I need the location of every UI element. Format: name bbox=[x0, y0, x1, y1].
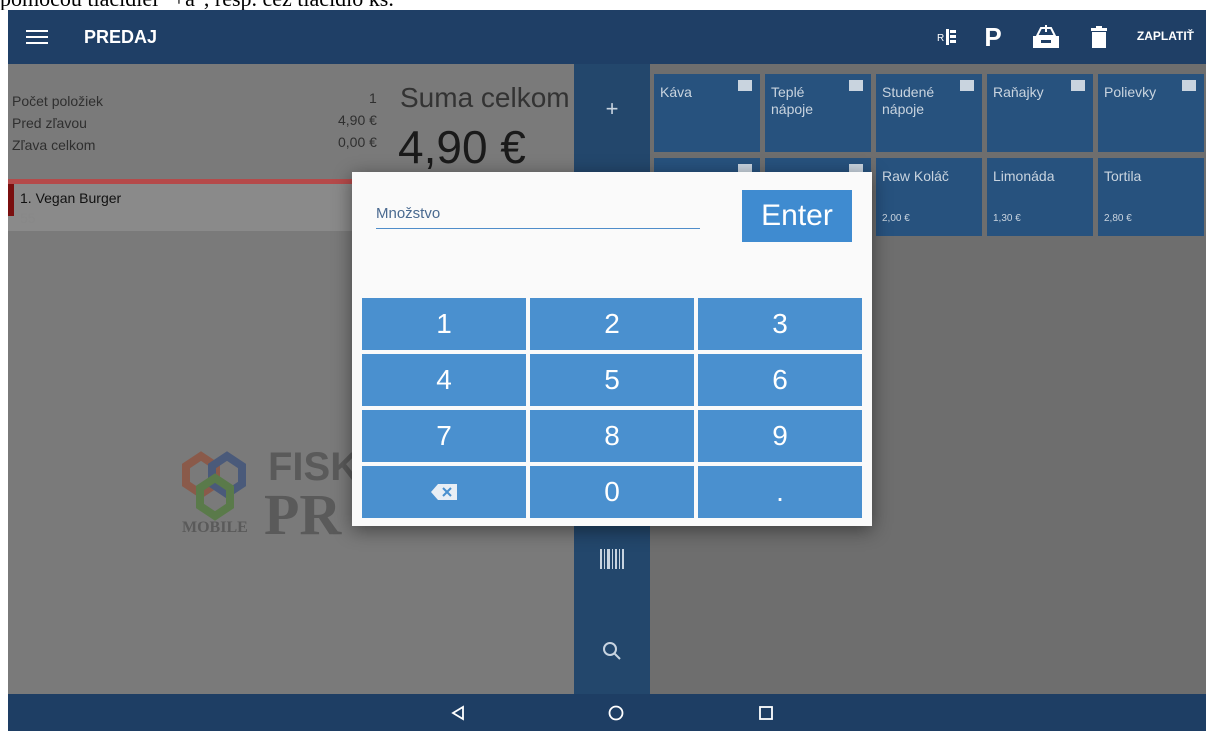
key-8[interactable]: 8 bbox=[530, 410, 694, 462]
trash-icon[interactable] bbox=[1088, 22, 1110, 52]
item-count-value: 1 bbox=[369, 90, 377, 106]
tile-price: 2,00 € bbox=[882, 213, 910, 224]
key-5[interactable]: 5 bbox=[530, 354, 694, 406]
menu-icon[interactable] bbox=[26, 26, 48, 48]
discount-total-label: Zľava celkom bbox=[12, 137, 96, 153]
key-decimal[interactable]: . bbox=[698, 466, 862, 518]
logo-text-mobile: MOBILE bbox=[182, 519, 248, 536]
folder-icon bbox=[849, 80, 863, 91]
key-3[interactable]: 3 bbox=[698, 298, 862, 350]
barcode-icon[interactable] bbox=[574, 534, 650, 584]
folder-icon bbox=[738, 80, 752, 91]
category-tile-ranajky[interactable]: Raňajky bbox=[987, 74, 1093, 152]
svg-text:R: R bbox=[937, 33, 944, 44]
category-tile-kava[interactable]: Káva bbox=[654, 74, 760, 152]
document-caption: pomocou tlačidiel "+a", resp. cez tlačid… bbox=[0, 0, 1212, 10]
tile-name: Tortila bbox=[1104, 168, 1142, 184]
backspace-icon bbox=[431, 484, 457, 500]
folder-icon bbox=[1182, 80, 1196, 91]
product-tile-limonada[interactable]: Limonáda 1,30 € bbox=[987, 158, 1093, 236]
category-tile-teple-napoje[interactable]: Teplé nápoje bbox=[765, 74, 871, 152]
key-9[interactable]: 9 bbox=[698, 410, 862, 462]
key-2[interactable]: 2 bbox=[530, 298, 694, 350]
split-bill-icon[interactable]: R bbox=[936, 22, 958, 52]
top-app-bar: PREDAJ R P ZAPLATIŤ bbox=[8, 10, 1206, 64]
product-tile-raw-kolac[interactable]: Raw Koláč 2,00 € bbox=[876, 158, 982, 236]
tile-name: Káva bbox=[660, 84, 692, 100]
item-count-label: Počet položiek bbox=[12, 93, 104, 109]
tile-name: Studené nápoje bbox=[882, 84, 935, 117]
android-nav-bar bbox=[8, 694, 1206, 731]
recents-icon[interactable] bbox=[746, 694, 786, 731]
home-icon[interactable] bbox=[596, 694, 636, 731]
before-discount-value: 4,90 € bbox=[338, 112, 377, 128]
total-label: Suma celkom bbox=[400, 82, 570, 113]
category-tile-polievky[interactable]: Polievky bbox=[1098, 74, 1204, 152]
tile-name: Limonáda bbox=[993, 168, 1055, 184]
backspace-key[interactable] bbox=[362, 466, 526, 518]
folder-icon bbox=[960, 80, 974, 91]
plus-icon[interactable]: + bbox=[574, 84, 650, 134]
enter-button[interactable]: Enter bbox=[742, 190, 852, 242]
tile-price: 1,30 € bbox=[993, 213, 1021, 224]
key-1[interactable]: 1 bbox=[362, 298, 526, 350]
tile-name: Teplé nápoje bbox=[771, 84, 814, 117]
order-item-row[interactable]: 1. Vegan Burger 55 bbox=[8, 184, 358, 231]
key-6[interactable]: 6 bbox=[698, 354, 862, 406]
category-tile-studene-napoje[interactable]: Studené nápoje bbox=[876, 74, 982, 152]
order-item-quantity: 55 bbox=[20, 210, 36, 226]
quantity-input[interactable] bbox=[376, 198, 700, 229]
tile-name: Polievky bbox=[1104, 84, 1157, 100]
selected-marker bbox=[8, 184, 14, 216]
pay-button[interactable]: ZAPLATIŤ bbox=[1137, 29, 1194, 43]
discount-total-value: 0,00 € bbox=[338, 134, 377, 150]
tile-name: Raňajky bbox=[993, 84, 1044, 100]
total-value: 4,90 € bbox=[398, 121, 526, 173]
cash-drawer-icon[interactable] bbox=[1030, 22, 1062, 52]
product-tile-tortila[interactable]: Tortila 2,80 € bbox=[1098, 158, 1204, 236]
folder-icon bbox=[1071, 80, 1085, 91]
before-discount-label: Pred zľavou bbox=[12, 115, 87, 131]
summary-stats: Počet položiek Pred zľavou Zľava celkom bbox=[12, 90, 103, 156]
tile-price: 2,80 € bbox=[1104, 213, 1132, 224]
key-0[interactable]: 0 bbox=[530, 466, 694, 518]
search-icon[interactable] bbox=[574, 626, 650, 676]
page-title: PREDAJ bbox=[84, 27, 158, 47]
parking-icon[interactable]: P bbox=[982, 22, 1004, 52]
tile-name: Raw Koláč bbox=[882, 168, 949, 184]
key-4[interactable]: 4 bbox=[362, 354, 526, 406]
logo-text-bottom: PR bbox=[264, 482, 342, 536]
order-item-name: 1. Vegan Burger bbox=[20, 190, 122, 206]
quantity-dialog: Enter 1 2 3 4 5 6 7 8 9 0 . bbox=[352, 172, 872, 526]
back-icon[interactable] bbox=[438, 694, 478, 731]
key-7[interactable]: 7 bbox=[362, 410, 526, 462]
